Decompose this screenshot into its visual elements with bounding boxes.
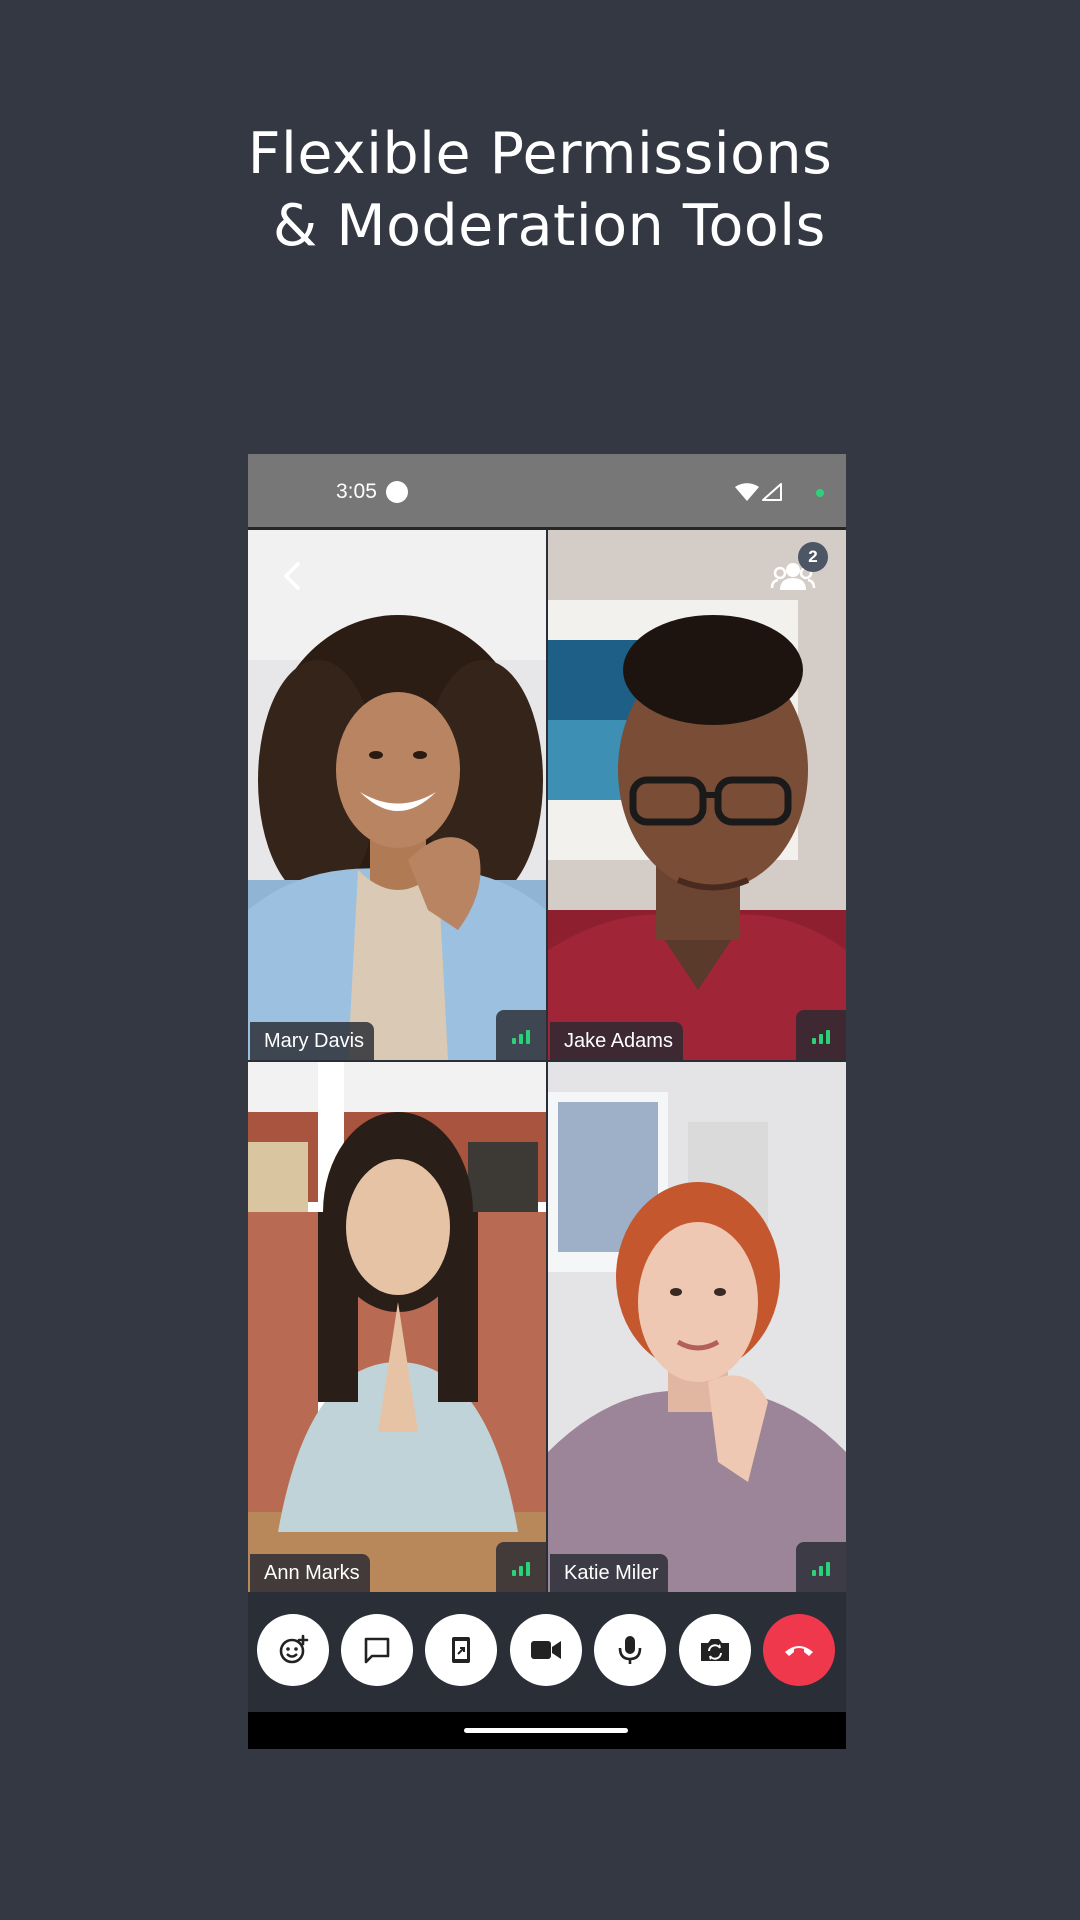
- headline-line-1: Flexible Permissions: [247, 121, 833, 187]
- video-tile[interactable]: Ann Marks: [248, 1062, 546, 1592]
- cell-signal-icon: [762, 483, 782, 501]
- phone-mockup: 3:05 Mary Davis Jake Adams Ann Marks Kat…: [248, 454, 846, 1749]
- participant-name-tag: Jake Adams: [550, 1022, 683, 1060]
- chevron-left-icon: [284, 562, 300, 590]
- screen-share-button[interactable]: [425, 1614, 497, 1686]
- video-tile[interactable]: Katie Miler: [548, 1062, 846, 1592]
- wifi-icon: [735, 483, 759, 501]
- participant-video: [548, 530, 846, 1060]
- home-gesture-handle[interactable]: [464, 1728, 628, 1733]
- headline: Flexible Permissions & Moderation Tools: [0, 118, 1080, 262]
- participant-name-tag: Katie Miler: [550, 1554, 669, 1592]
- video-tile[interactable]: Jake Adams: [548, 530, 846, 1060]
- participant-video: [248, 1062, 546, 1592]
- headline-line-2: & Moderation Tools: [254, 193, 826, 259]
- reaction-button[interactable]: [257, 1614, 329, 1686]
- signal-strength-icon: [796, 1010, 846, 1060]
- add-reaction-icon: [279, 1634, 309, 1664]
- video-camera-icon: [531, 1641, 561, 1659]
- video-toggle-button[interactable]: [510, 1614, 582, 1686]
- participant-name-tag: Ann Marks: [250, 1554, 370, 1592]
- end-call-button[interactable]: [763, 1614, 835, 1686]
- participant-name-tag: Mary Davis: [250, 1022, 375, 1060]
- call-controls-bar: [248, 1592, 846, 1712]
- participants-count-badge: 2: [798, 542, 828, 572]
- flip-camera-button[interactable]: [679, 1614, 751, 1686]
- system-nav-bar: [248, 1712, 846, 1749]
- video-tile[interactable]: Mary Davis: [248, 530, 546, 1060]
- chat-button[interactable]: [341, 1614, 413, 1686]
- notification-dot-icon: [386, 481, 408, 503]
- video-grid: Mary Davis Jake Adams Ann Marks Katie Mi…: [248, 530, 846, 1592]
- participant-video: [548, 1062, 846, 1592]
- signal-strength-icon: [496, 1542, 546, 1592]
- chat-icon: [364, 1637, 390, 1664]
- flip-camera-icon: [701, 1639, 729, 1661]
- back-button[interactable]: [274, 556, 310, 596]
- microphone-icon: [618, 1636, 642, 1664]
- privacy-indicator-icon: [816, 489, 824, 497]
- signal-strength-icon: [796, 1542, 846, 1592]
- microphone-button[interactable]: [594, 1614, 666, 1686]
- screen-share-icon: [452, 1637, 470, 1663]
- status-time: 3:05: [336, 480, 377, 503]
- participant-video: [248, 530, 546, 1060]
- end-call-icon: [785, 1646, 813, 1656]
- status-bar: 3:05: [248, 454, 846, 530]
- signal-strength-icon: [496, 1010, 546, 1060]
